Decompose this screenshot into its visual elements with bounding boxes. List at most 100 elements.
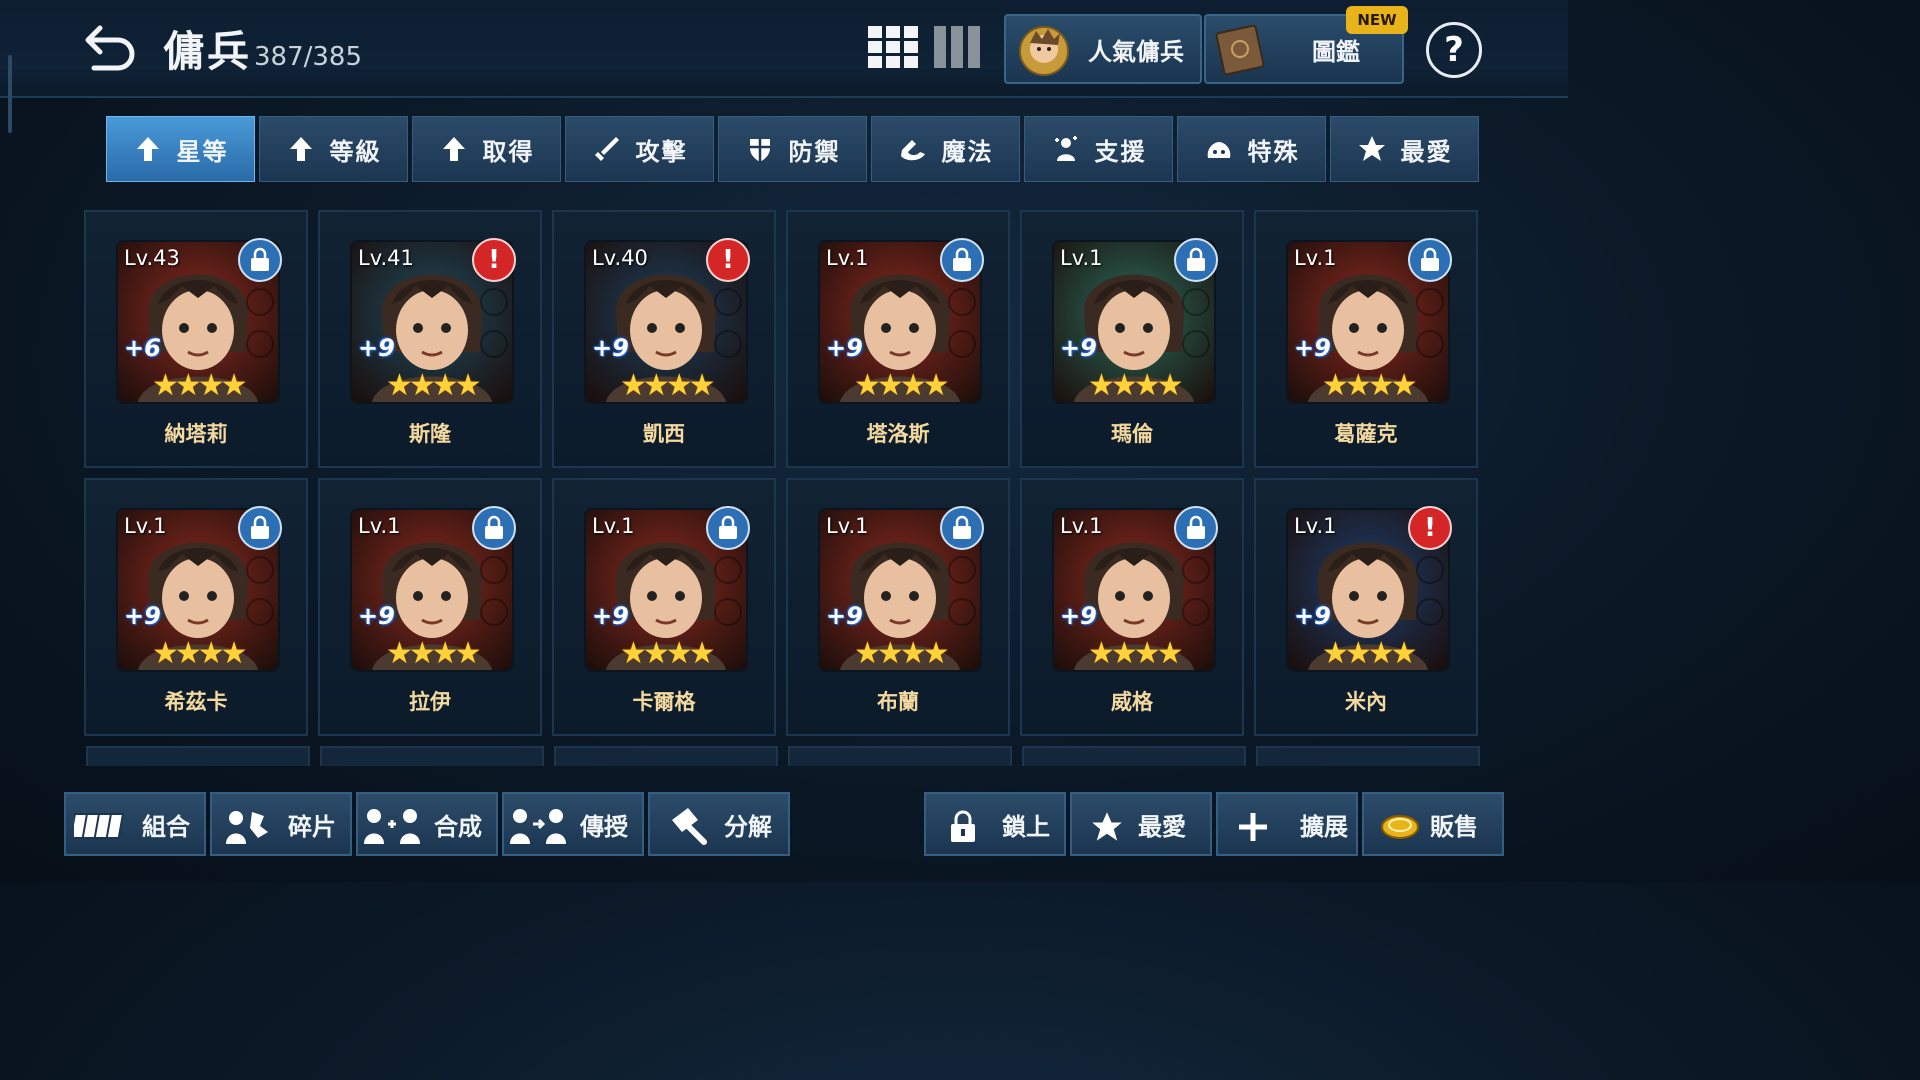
combine-label: 組合: [142, 812, 190, 841]
gold-coin-icon: [1381, 815, 1419, 839]
slot-circle: [948, 288, 976, 316]
mercenary-card[interactable]: Lv.43 +6 ★★★★ 納塔莉: [84, 210, 308, 468]
enhancement-badge: +9: [592, 602, 629, 630]
grid-view-toggle[interactable]: [866, 24, 920, 70]
lock-icon: [1408, 238, 1452, 282]
codex-book-icon: [1215, 24, 1265, 76]
equipment-slots: [480, 288, 508, 372]
tab-level[interactable]: 等級: [259, 116, 408, 182]
mercenary-level: Lv.41: [358, 246, 414, 270]
mercenary-card[interactable]: Lv.40 +9 ★★★★! 凱西: [552, 210, 776, 468]
mercenary-card[interactable]: Lv.1 +9 ★★★★ 塔洛斯: [786, 210, 1010, 468]
slot-circle: [1182, 556, 1210, 584]
sell-label: 販售: [1430, 812, 1478, 841]
next-row-card[interactable]: [554, 746, 778, 766]
slot-circle: [1416, 288, 1444, 316]
mercenary-name: 威格: [1111, 690, 1153, 714]
favorite-button[interactable]: 最愛: [1070, 792, 1212, 856]
tab-magic[interactable]: 魔法: [871, 116, 1020, 182]
lock-icon: [238, 238, 282, 282]
tab-star-rank[interactable]: 星等: [106, 116, 255, 182]
enhancement-badge: +9: [1294, 334, 1331, 362]
mercenary-card[interactable]: Lv.41 +9 ★★★★! 斯隆: [318, 210, 542, 468]
star-rating: ★★★★: [386, 636, 482, 670]
mercenary-card[interactable]: Lv.1 +9 ★★★★ 威格: [1020, 478, 1244, 736]
slot-circle: [714, 556, 742, 584]
synthesize-label: 合成: [434, 812, 482, 841]
mercenary-name: 布蘭: [877, 690, 919, 714]
enhancement-badge: +9: [1060, 334, 1097, 362]
tab-label: 等級: [329, 137, 382, 166]
lock-button[interactable]: 鎖上: [924, 792, 1066, 856]
mercenary-level: Lv.1: [1060, 514, 1103, 538]
tab-label: 星等: [176, 137, 229, 166]
next-row-card[interactable]: [1022, 746, 1246, 766]
slot-circle: [480, 556, 508, 584]
decompose-button[interactable]: 分解: [648, 792, 790, 856]
star-rating: ★★★★: [854, 368, 950, 402]
mercenary-card[interactable]: Lv.1 +9 ★★★★ 葛薩克: [1254, 210, 1478, 468]
star-rating: ★★★★: [152, 636, 248, 670]
combine-button[interactable]: 組合: [64, 792, 206, 856]
slot-circle: [480, 330, 508, 358]
lock-label: 鎖上: [1002, 812, 1050, 841]
mercenary-card[interactable]: Lv.1 +9 ★★★★ 希茲卡: [84, 478, 308, 736]
mercenary-level: Lv.1: [1294, 246, 1337, 270]
enhancement-badge: +9: [592, 334, 629, 362]
sell-button[interactable]: 販售: [1362, 792, 1504, 856]
tab-special[interactable]: 特殊: [1177, 116, 1326, 182]
slot-circle: [714, 288, 742, 316]
tab-label: 最愛: [1400, 137, 1453, 166]
equipment-slots: [948, 556, 976, 640]
enhancement-badge: +9: [358, 602, 395, 630]
tab-favorite[interactable]: 最愛: [1330, 116, 1479, 182]
star-rating: ★★★★: [1088, 636, 1184, 670]
tab-acquired[interactable]: 取得: [412, 116, 561, 182]
mercenary-card[interactable]: Lv.1 +9 ★★★★ 卡爾格: [552, 478, 776, 736]
next-row-card[interactable]: [788, 746, 1012, 766]
mercenary-name: 拉伊: [409, 690, 451, 714]
lock-icon: [940, 506, 984, 550]
synthesize-button[interactable]: 合成: [356, 792, 498, 856]
slot-circle: [1182, 598, 1210, 626]
slot-circle: [1416, 330, 1444, 358]
lock-icon: [1174, 238, 1218, 282]
expand-button[interactable]: 擴展: [1216, 792, 1358, 856]
back-button[interactable]: [74, 18, 138, 74]
sort-tabs: 星等 等級 取得 攻擊 防禦 魔法 支援 特殊 最愛: [106, 116, 1479, 182]
tab-defense[interactable]: 防禦: [718, 116, 867, 182]
mercenary-card[interactable]: Lv.1 +9 ★★★★! 米內: [1254, 478, 1478, 736]
tab-label: 取得: [482, 137, 535, 166]
tab-attack[interactable]: 攻擊: [565, 116, 714, 182]
mercenary-level: Lv.40: [592, 246, 648, 270]
slot-circle: [948, 598, 976, 626]
next-row-card[interactable]: [320, 746, 544, 766]
popular-mercenaries-button[interactable]: 人氣傭兵: [1004, 14, 1202, 84]
up-arrow-icon: [442, 137, 465, 161]
help-button[interactable]: ?: [1426, 22, 1482, 78]
mercenary-card[interactable]: Lv.1 +9 ★★★★ 瑪倫: [1020, 210, 1244, 468]
shield-icon: [749, 139, 770, 162]
column-view-toggle[interactable]: [932, 24, 982, 70]
mercenary-level: Lv.1: [358, 514, 401, 538]
star-rating: ★★★★: [1322, 636, 1418, 670]
fragments-button[interactable]: 碎片: [210, 792, 352, 856]
mercenary-name: 凱西: [643, 422, 685, 446]
mercenary-card[interactable]: Lv.1 +9 ★★★★ 拉伊: [318, 478, 542, 736]
side-drawer-handle[interactable]: [8, 55, 12, 133]
next-row-card[interactable]: [86, 746, 310, 766]
mercenary-card[interactable]: Lv.1 +9 ★★★★ 布蘭: [786, 478, 1010, 736]
popular-mercenary-portrait-icon: [1019, 26, 1069, 76]
next-row-card[interactable]: [1256, 746, 1480, 766]
page-title: 傭兵: [163, 27, 252, 76]
enhancement-badge: +6: [124, 334, 161, 362]
up-arrow-icon: [289, 137, 312, 161]
transfer-button[interactable]: 傳授: [502, 792, 644, 856]
codex-label: 圖鑑: [1312, 37, 1360, 66]
magic-icon: [900, 140, 925, 161]
equipment-slots: [246, 288, 274, 372]
tab-support[interactable]: 支援: [1024, 116, 1173, 182]
hammer-icon: [672, 808, 707, 845]
enhancement-badge: +9: [358, 334, 395, 362]
lock-icon: [472, 506, 516, 550]
